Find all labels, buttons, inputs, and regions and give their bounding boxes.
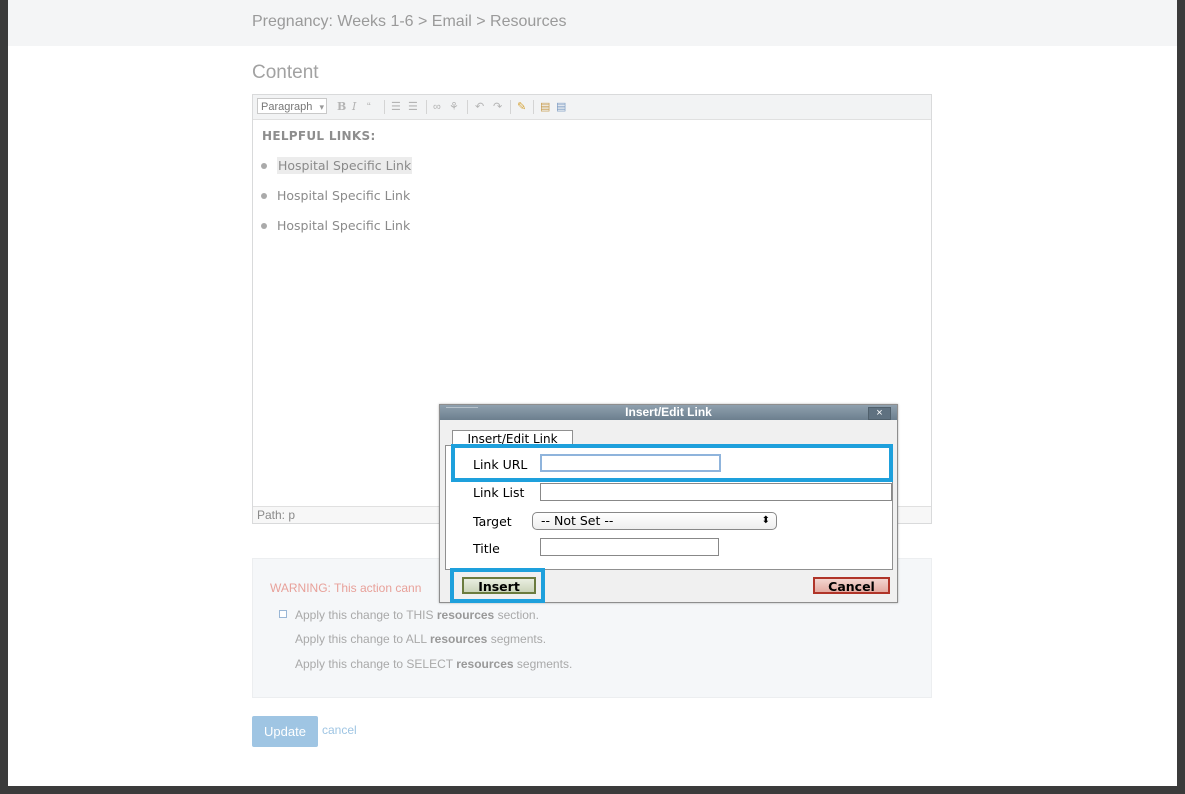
update-button[interactable]: Update xyxy=(252,716,318,747)
list-item[interactable]: Hospital Specific Link xyxy=(261,157,413,174)
target-select-value: -- Not Set -- xyxy=(541,513,614,528)
content-title: Content xyxy=(252,62,319,83)
editor-toolbar: Paragraph ▾ B I “ ☰ ☰ ∞ ⚘ ↶ ↷ ✎ ▤ ▤ xyxy=(253,95,931,120)
helpful-links-heading: HELPFUL LINKS: xyxy=(262,129,376,143)
option-text: segments. xyxy=(487,632,547,646)
numbered-list-icon[interactable]: ☰ xyxy=(408,100,418,114)
option-text: section. xyxy=(494,608,539,622)
option-text: segments. xyxy=(513,657,573,671)
toolbar-divider xyxy=(533,100,534,114)
link-url-label: Link URL xyxy=(473,457,528,472)
list-item[interactable]: Hospital Specific Link xyxy=(261,218,410,233)
chevron-updown-icon: ⬍ xyxy=(761,515,770,526)
warning-text: WARNING: This action cann xyxy=(270,581,422,595)
paste-word-icon[interactable]: ▤ xyxy=(556,100,566,114)
list-item[interactable]: Hospital Specific Link xyxy=(261,188,410,203)
option-bold: resources xyxy=(456,657,514,671)
app-frame: Pregnancy: Weeks 1-6 > Email > Resources… xyxy=(8,0,1177,786)
apply-option-this[interactable]: Apply this change to THIS resources sect… xyxy=(279,608,539,622)
blockquote-icon[interactable]: “ xyxy=(367,100,371,114)
dialog-titlebar[interactable]: Insert/Edit Link × xyxy=(440,405,897,420)
insert-button[interactable]: Insert xyxy=(462,577,536,594)
breadcrumb: Pregnancy: Weeks 1-6 > Email > Resources xyxy=(252,13,567,30)
bullet-list-icon[interactable]: ☰ xyxy=(391,100,401,114)
option-text: Apply this change to ALL xyxy=(295,632,430,646)
bold-icon[interactable]: B xyxy=(337,100,346,114)
chevron-down-icon: ▾ xyxy=(319,102,324,112)
option-text: Apply this change to THIS xyxy=(295,608,437,622)
undo-icon[interactable]: ↶ xyxy=(475,100,484,114)
unlink-icon[interactable]: ⚘ xyxy=(449,100,459,114)
list-item-text: Hospital Specific Link xyxy=(277,188,411,203)
breadcrumb-bar: Pregnancy: Weeks 1-6 > Email > Resources xyxy=(8,0,1177,46)
link-url-input[interactable] xyxy=(540,454,721,472)
bullet-icon xyxy=(261,192,267,199)
cleanup-icon[interactable]: ✎ xyxy=(517,100,526,114)
link-list-label: Link List xyxy=(473,485,525,500)
italic-icon[interactable]: I xyxy=(352,100,356,114)
list-item-text: Hospital Specific Link xyxy=(277,157,413,174)
cancel-button[interactable]: Cancel xyxy=(813,577,890,594)
toolbar-divider xyxy=(426,100,427,114)
close-icon[interactable]: × xyxy=(868,407,891,420)
target-label: Target xyxy=(473,514,512,529)
title-input[interactable] xyxy=(540,538,719,556)
apply-option-select[interactable]: Apply this change to SELECT resources se… xyxy=(283,657,572,671)
paste-text-icon[interactable]: ▤ xyxy=(540,100,550,114)
redo-icon[interactable]: ↷ xyxy=(493,100,502,114)
title-label: Title xyxy=(473,541,500,556)
link-icon[interactable]: ∞ xyxy=(433,100,441,114)
target-select[interactable]: -- Not Set -- ⬍ xyxy=(532,512,777,530)
link-list-field[interactable] xyxy=(540,483,892,501)
option-bold: resources xyxy=(429,632,488,646)
insert-link-dialog: Insert/Edit Link × Insert/Edit Link Link… xyxy=(439,404,898,603)
format-select-value: Paragraph xyxy=(261,101,313,113)
dialog-title: Insert/Edit Link xyxy=(625,405,712,419)
bullet-icon xyxy=(261,162,267,169)
cancel-link[interactable]: cancel xyxy=(322,723,357,737)
option-bold: resources xyxy=(436,608,495,622)
format-select[interactable]: Paragraph ▾ xyxy=(257,98,327,114)
toolbar-divider xyxy=(510,100,511,114)
apply-option-all[interactable]: Apply this change to ALL resources segme… xyxy=(283,632,546,646)
option-text: Apply this change to SELECT xyxy=(295,657,457,671)
bullet-icon xyxy=(261,222,267,229)
list-item-text: Hospital Specific Link xyxy=(277,218,411,233)
checkbox[interactable] xyxy=(279,610,287,618)
toolbar-divider xyxy=(384,100,385,114)
toolbar-divider xyxy=(467,100,468,114)
